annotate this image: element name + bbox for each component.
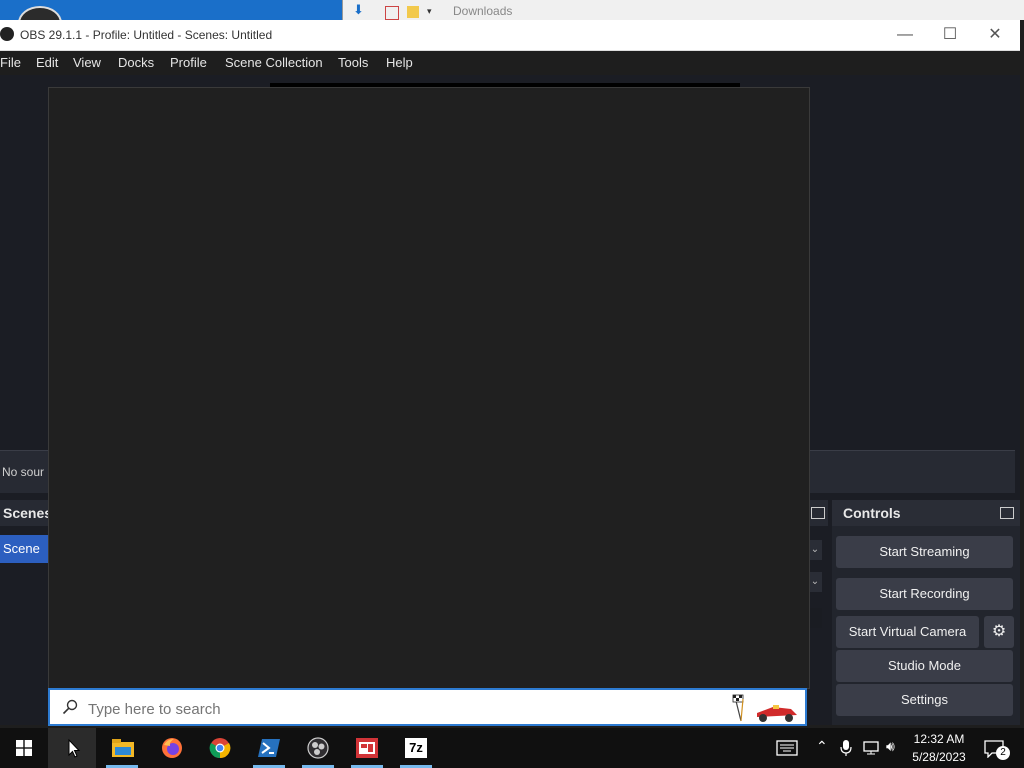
taskbar-firefox[interactable] — [148, 728, 196, 768]
taskbar-powershell[interactable] — [245, 728, 293, 768]
chrome-icon — [209, 738, 231, 759]
firefox-icon — [162, 738, 182, 758]
windows-taskbar: 7z ⌃ 🔊︎ 12:32 AM 5/28/2023 — [0, 728, 1024, 768]
obs-app-icon — [0, 27, 14, 41]
settings-button[interactable]: Settings — [836, 684, 1013, 716]
file-explorer-icon — [112, 739, 134, 757]
menu-edit[interactable]: Edit — [36, 55, 58, 70]
studio-mode-button[interactable]: Studio Mode — [836, 650, 1013, 682]
scene-item-label: Scene — [3, 541, 40, 556]
taskbar-search-box[interactable] — [48, 688, 807, 726]
taskbar-chrome[interactable] — [196, 728, 244, 768]
keyboard-icon[interactable] — [776, 740, 798, 756]
menu-view[interactable]: View — [73, 55, 101, 70]
mixer-chevron-icon[interactable]: ⌄ — [808, 572, 822, 592]
obs-studio-icon — [307, 737, 329, 759]
taskbar-presentation-app[interactable] — [343, 728, 391, 768]
explorer-title: Downloads — [453, 4, 513, 18]
start-virtual-camera-button[interactable]: Start Virtual Camera — [836, 616, 979, 648]
dropdown-icon: ▾ — [427, 6, 432, 16]
window-title: OBS 29.1.1 - Profile: Untitled - Scenes:… — [20, 28, 273, 42]
presentation-app-icon — [356, 738, 378, 758]
notification-count-badge: 2 — [996, 746, 1010, 760]
search-highlight-illustration — [732, 694, 797, 722]
dock-float-icon[interactable] — [811, 507, 825, 519]
scenes-dock-header: Scenes — [0, 500, 53, 526]
search-icon — [62, 699, 78, 715]
scenes-title: Scenes — [3, 505, 53, 521]
menu-file[interactable]: File — [0, 55, 21, 70]
task-view-button[interactable] — [48, 728, 96, 768]
menu-bar: File Edit View Docks Profile Scene Colle… — [0, 51, 1020, 75]
start-recording-button[interactable]: Start Recording — [836, 578, 1013, 610]
mouse-pointer-icon — [68, 738, 81, 758]
menu-profile[interactable]: Profile — [170, 55, 207, 70]
search-input[interactable] — [86, 697, 690, 721]
menu-docks[interactable]: Docks — [118, 55, 154, 70]
dock-float-icon[interactable] — [1000, 507, 1014, 519]
menu-help[interactable]: Help — [386, 55, 413, 70]
clock-time[interactable]: 12:32 AM — [906, 732, 972, 746]
maximize-button[interactable]: ☐ — [935, 24, 965, 46]
chevron-up-icon[interactable]: ⌃ — [816, 738, 828, 755]
minimize-button[interactable]: — — [890, 24, 920, 46]
virtual-camera-settings-gear-icon[interactable]: ⚙ — [984, 616, 1014, 648]
taskbar-7zip[interactable]: 7z — [392, 728, 440, 768]
close-button[interactable]: ✕ — [980, 24, 1010, 46]
background-explorer-window: ⬇ ▾ Downloads — [342, 0, 1024, 20]
controls-title: Controls — [843, 505, 901, 521]
menu-tools[interactable]: Tools — [338, 55, 368, 70]
windows-logo-icon — [16, 740, 32, 756]
taskbar-obs-studio[interactable] — [294, 728, 342, 768]
taskbar-file-explorer[interactable] — [98, 728, 146, 768]
no-source-label: No sour — [2, 465, 45, 479]
folder-icon — [407, 6, 419, 18]
7zip-icon: 7z — [405, 738, 427, 758]
obs-title-bar[interactable]: OBS 29.1.1 - Profile: Untitled - Scenes:… — [0, 20, 1020, 51]
start-streaming-button[interactable]: Start Streaming — [836, 536, 1013, 568]
mixer-chevron-icon[interactable]: ⌄ — [808, 540, 822, 560]
menu-scene-collection[interactable]: Scene Collection — [225, 55, 323, 70]
download-arrow-icon: ⬇ — [353, 2, 364, 17]
start-menu-panel — [48, 87, 810, 689]
start-button[interactable] — [0, 728, 48, 768]
controls-dock: Controls Start Streaming Start Recording… — [832, 500, 1020, 725]
volume-icon[interactable]: 🔊︎ — [886, 738, 895, 755]
scene-list-item[interactable]: Scene — [0, 535, 48, 563]
clock-date[interactable]: 5/28/2023 — [906, 750, 972, 764]
audio-mixer-dock-header — [808, 500, 828, 526]
mixer-control[interactable] — [808, 608, 822, 628]
network-icon[interactable] — [862, 740, 880, 756]
controls-dock-header: Controls — [832, 500, 1020, 526]
powershell-icon — [258, 739, 280, 757]
microphone-icon[interactable] — [840, 739, 852, 757]
properties-icon — [385, 6, 399, 20]
